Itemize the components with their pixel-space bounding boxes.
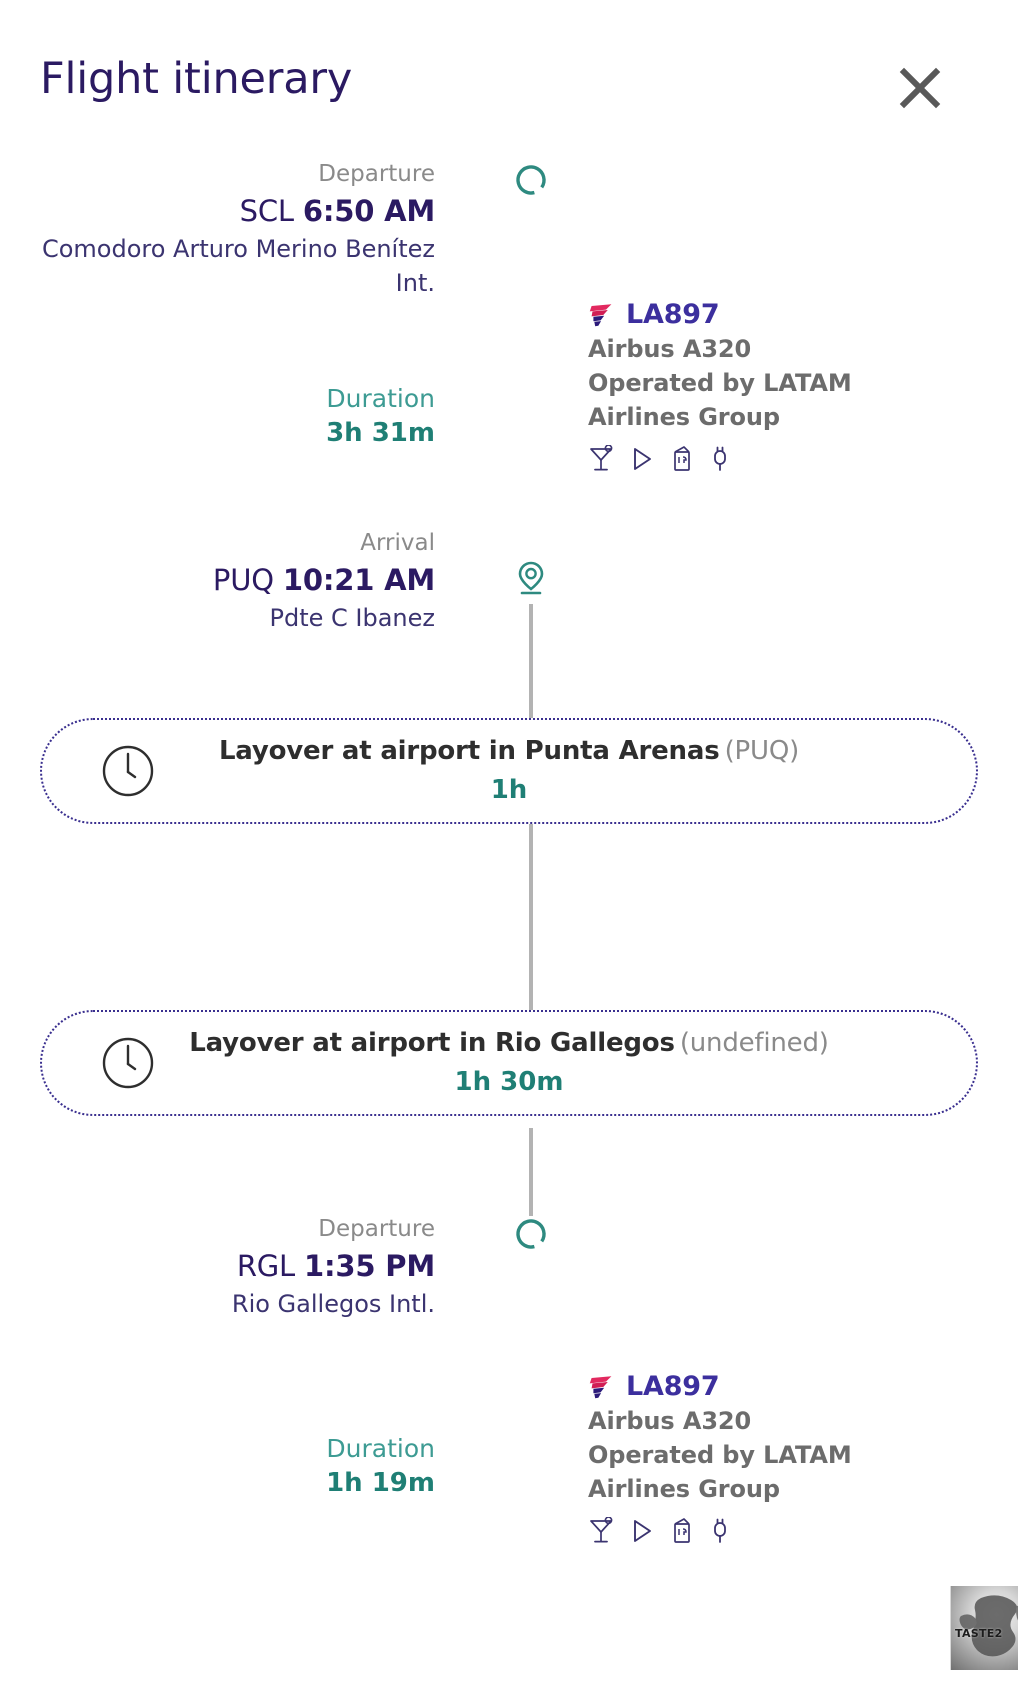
duration-value: 3h 31m	[326, 418, 435, 448]
departure-airport-name: Rio Gallegos Intl.	[231, 1290, 435, 1318]
flight-info: LA897 Airbus A320 Operated by LATAM Airl…	[588, 298, 918, 474]
operator-line-2: Airlines Group	[588, 403, 780, 431]
meal-icon	[674, 446, 690, 471]
power-outlet-icon	[714, 1518, 726, 1543]
layover-code: (undefined)	[679, 1028, 829, 1059]
operator-line-2: Airlines Group	[588, 1475, 780, 1503]
departure-code-time: SCL 6:50 AM	[15, 190, 436, 232]
layover-duration: 1h 30m	[454, 1067, 564, 1097]
arrival-code-time: PUQ 10:21 AM	[213, 559, 435, 601]
arrival-code: PUQ	[212, 563, 274, 597]
layover-title: Layover at airport in Punta Arenas	[218, 736, 720, 767]
layover-text: Layover at airport in Rio Gallegos (unde…	[42, 1027, 976, 1099]
layover-card[interactable]: Layover at airport in Rio Gallegos (unde…	[40, 1010, 978, 1116]
flight-header: LA897	[588, 1370, 918, 1404]
departure-label: Departure	[318, 161, 435, 187]
flight-header: LA897	[588, 298, 918, 332]
departure-time: 1:35 PM	[304, 1249, 435, 1283]
close-icon[interactable]	[894, 62, 946, 114]
aircraft-type: Airbus A320	[588, 1407, 752, 1435]
layover-card[interactable]: Layover at airport in Punta Arenas (PUQ)…	[40, 718, 978, 824]
operator-line-1: Operated by LATAM	[588, 369, 852, 397]
departure-airport-name: Comodoro Arturo Merino Benítez Int.	[41, 235, 435, 297]
amenities-row	[588, 444, 918, 474]
timeline-rail	[529, 604, 533, 734]
clock-icon	[100, 1035, 156, 1091]
header: Flight itinerary	[0, 52, 1018, 132]
circle-marker-icon	[513, 162, 549, 198]
meal-icon	[674, 1518, 690, 1543]
departure-code: SCL	[239, 194, 294, 228]
clock-icon	[100, 743, 156, 799]
duration-label: Duration	[326, 1434, 435, 1463]
amenities-row	[588, 1516, 918, 1546]
page-title: Flight itinerary	[40, 54, 353, 104]
duration-label: Duration	[326, 384, 435, 413]
flight-itinerary-page: Flight itinerary Departure SCL 6:50 AM C…	[0, 0, 1018, 1704]
flight-info: LA897 Airbus A320 Operated by LATAM Airl…	[588, 1370, 918, 1546]
departure-time: 6:50 AM	[302, 194, 435, 228]
drink-icon	[590, 1517, 613, 1543]
location-pin-icon	[513, 557, 549, 595]
layover-code: (PUQ)	[724, 736, 800, 767]
arrival-time: 10:21 AM	[282, 563, 435, 597]
departure-block: Departure SCL 6:50 AM Comodoro Arturo Me…	[15, 158, 435, 300]
duration-block: Duration 3h 31m	[326, 382, 435, 450]
timeline-rail	[529, 1128, 533, 1216]
arrival-label: Arrival	[360, 530, 435, 556]
duration-block: Duration 1h 19m	[326, 1432, 435, 1500]
globe-icon: TASTE2	[951, 1586, 1018, 1670]
departure-code-time: RGL 1:35 PM	[232, 1245, 435, 1287]
latam-logo-icon	[589, 304, 612, 327]
duration-value: 1h 19m	[326, 1468, 435, 1498]
aircraft-type: Airbus A320	[588, 335, 752, 363]
flight-number: LA897	[626, 1371, 720, 1402]
flight-number: LA897	[626, 299, 720, 330]
operator-line-1: Operated by LATAM	[588, 1441, 852, 1469]
circle-marker-icon	[513, 1216, 549, 1252]
power-outlet-icon	[714, 446, 726, 471]
departure-label: Departure	[318, 1216, 435, 1242]
entertainment-icon	[634, 1520, 651, 1542]
layover-duration: 1h	[490, 775, 528, 805]
entertainment-icon	[634, 448, 651, 470]
watermark-badge: TASTE2	[950, 1586, 1018, 1670]
latam-logo-icon	[589, 1376, 612, 1399]
arrival-block: Arrival PUQ 10:21 AM Pdte C Ibanez	[213, 527, 435, 635]
arrival-airport-name: Pdte C Ibanez	[269, 604, 436, 632]
layover-title: Layover at airport in Rio Gallegos	[189, 1028, 675, 1059]
watermark-text: TASTE2	[955, 1627, 1003, 1640]
departure-block: Departure RGL 1:35 PM Rio Gallegos Intl.	[232, 1213, 435, 1321]
layover-text: Layover at airport in Punta Arenas (PUQ)…	[42, 735, 976, 807]
departure-code: RGL	[236, 1249, 296, 1283]
drink-icon	[590, 445, 613, 471]
